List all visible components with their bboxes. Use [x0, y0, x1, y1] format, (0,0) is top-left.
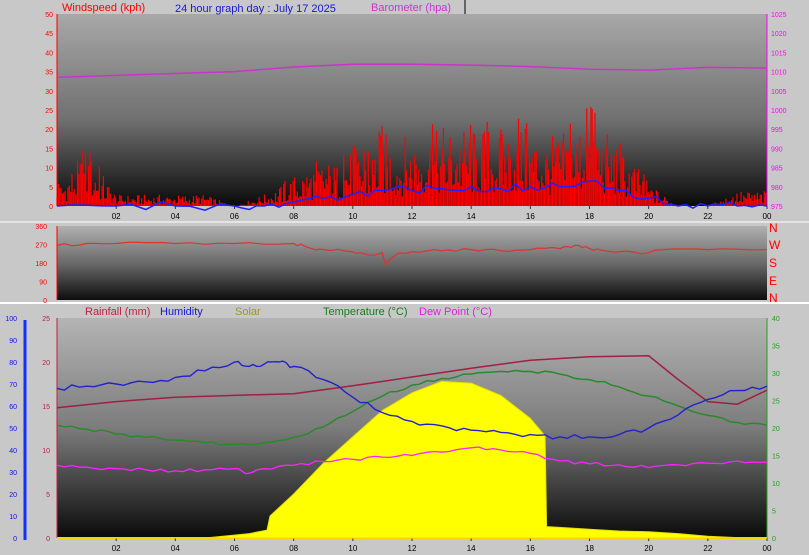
rainfall-y-tick-label: 15	[42, 404, 50, 411]
wind-x-tick-label: 22	[703, 212, 712, 221]
barometer-y-tick-label: 995	[771, 127, 783, 134]
direction-y-tick-label: 180	[35, 261, 47, 268]
rainfall-y-tick-label: 25	[42, 316, 50, 323]
rainfall-y-tick-label: 5	[46, 492, 50, 499]
barometer-y-tick-label: 1005	[771, 89, 787, 96]
barometer-legend: Barometer (hpa)	[371, 2, 451, 14]
compass-letter-n-bottom: N	[769, 291, 778, 305]
barometer-y-tick-label: 1010	[771, 70, 787, 77]
temperature-y-tick-label: 40	[772, 316, 780, 323]
rainfall-y-tick-label: 20	[42, 360, 50, 367]
weather-x-tick-label: 22	[703, 544, 712, 553]
windspeed-y-tick-label: 45	[45, 31, 53, 38]
windspeed-y-tick-label: 40	[45, 50, 53, 57]
windspeed-y-tick-label: 30	[45, 89, 53, 96]
solar-legend: Solar	[235, 306, 261, 318]
temperature-y-tick-label: 20	[772, 426, 780, 433]
wind-x-tick-label: 12	[408, 212, 417, 221]
weather-x-tick-label: 10	[348, 544, 357, 553]
humidity-y-tick-label: 10	[9, 514, 17, 521]
weather-x-tick-label: 00	[763, 544, 772, 553]
weather-x-tick-label: 04	[171, 544, 180, 553]
weather-x-tick-label: 02	[112, 544, 121, 553]
windspeed-legend: Windspeed (kph)	[62, 2, 145, 14]
windspeed-y-tick-label: 0	[49, 204, 53, 211]
humidity-y-tick-label: 70	[9, 382, 17, 389]
compass-letter-s: S	[769, 256, 777, 270]
windspeed-y-tick-label: 35	[45, 70, 53, 77]
dewpoint-legend: Dew Point (°C)	[419, 306, 492, 318]
direction-y-tick-label: 270	[35, 243, 47, 250]
weather-graphs: 0510152025303540455097598098599099510001…	[0, 0, 809, 555]
barometer-y-tick-label: 985	[771, 166, 783, 173]
humidity-y-tick-label: 90	[9, 338, 17, 345]
windspeed-y-tick-label: 20	[45, 127, 53, 134]
temperature-y-tick-label: 15	[772, 454, 780, 461]
humidity-y-tick-label: 60	[9, 404, 17, 411]
direction-y-tick-label: 360	[35, 224, 47, 231]
barometer-y-tick-label: 1020	[771, 31, 787, 38]
humidity-y-tick-label: 30	[9, 470, 17, 477]
rainfall-y-tick-label: 0	[46, 536, 50, 543]
wind-x-tick-label: 06	[230, 212, 239, 221]
windspeed-y-tick-label: 50	[45, 12, 53, 19]
temperature-y-tick-label: 35	[772, 344, 780, 351]
barometer-y-tick-label: 975	[771, 204, 783, 211]
temperature-y-tick-label: 25	[772, 399, 780, 406]
compass-letter-e: E	[769, 274, 777, 288]
temperature-y-tick-label: 10	[772, 481, 780, 488]
wind-x-tick-label: 20	[644, 212, 653, 221]
barometer-y-tick-label: 990	[771, 146, 783, 153]
rainfall-legend: Rainfall (mm)	[85, 306, 150, 318]
direction-plot-area	[57, 226, 767, 300]
barometer-y-tick-label: 1000	[771, 108, 787, 115]
temperature-legend: Temperature (°C)	[323, 306, 407, 318]
humidity-y-tick-label: 0	[13, 536, 17, 543]
wind-x-tick-label: 18	[585, 212, 594, 221]
weather-x-tick-label: 14	[467, 544, 476, 553]
temperature-y-tick-label: 30	[772, 371, 780, 378]
wind-x-tick-label: 04	[171, 212, 180, 221]
page-title: 24 hour graph day : July 17 2025	[175, 3, 336, 15]
wind-x-tick-label: 10	[348, 212, 357, 221]
weather-x-tick-label: 16	[526, 544, 535, 553]
humidity-y-tick-label: 50	[9, 426, 17, 433]
humidity-y-tick-label: 100	[5, 316, 17, 323]
windspeed-y-tick-label: 10	[45, 166, 53, 173]
wind-x-tick-label: 08	[289, 212, 298, 221]
compass-letter-w: W	[769, 238, 781, 252]
windspeed-y-tick-label: 5	[49, 185, 53, 192]
barometer-y-tick-label: 980	[771, 185, 783, 192]
windspeed-y-tick-label: 15	[45, 146, 53, 153]
wind-x-tick-label: 02	[112, 212, 121, 221]
windspeed-y-tick-label: 25	[45, 108, 53, 115]
weather-x-tick-label: 20	[644, 544, 653, 553]
temperature-y-tick-label: 0	[772, 536, 776, 543]
humidity-y-tick-label: 20	[9, 492, 17, 499]
compass-letter-n-top: N	[769, 221, 778, 235]
wind-plot-area	[57, 14, 767, 206]
temperature-y-tick-label: 5	[772, 509, 776, 516]
wind-x-tick-label: 14	[467, 212, 476, 221]
barometer-y-tick-label: 1015	[771, 50, 787, 57]
barometer-y-tick-label: 1025	[771, 12, 787, 19]
wind-x-tick-label: 00	[763, 212, 772, 221]
weather-x-tick-label: 06	[230, 544, 239, 553]
humidity-y-tick-label: 40	[9, 448, 17, 455]
weather-x-tick-label: 12	[408, 544, 417, 553]
humidity-y-tick-label: 80	[9, 360, 17, 367]
wind-x-tick-label: 16	[526, 212, 535, 221]
weather-x-tick-label: 08	[289, 544, 298, 553]
direction-y-tick-label: 0	[43, 298, 47, 305]
humidity-legend: Humidity	[160, 306, 203, 318]
weather-x-tick-label: 18	[585, 544, 594, 553]
rainfall-y-tick-label: 10	[42, 448, 50, 455]
direction-y-tick-label: 90	[39, 280, 47, 287]
